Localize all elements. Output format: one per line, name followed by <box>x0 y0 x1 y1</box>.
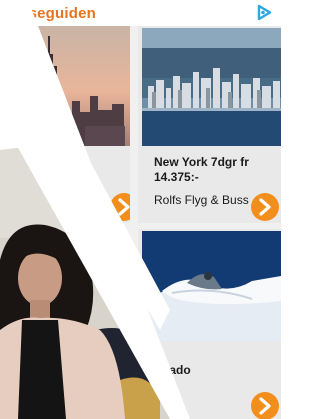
new-york-skyline-image <box>142 28 281 146</box>
ad-card-colorado[interactable]: lorado EL <box>138 229 281 419</box>
travel-ad-banner[interactable]: reseguiden New York 7dgr fr 14.375:- Rol… <box>0 0 281 419</box>
left-card-arrow-button[interactable] <box>110 193 130 221</box>
card-provider: Rolfs Flyg & Buss <box>154 193 249 207</box>
card-title: New York 7dgr fr 14.375:- <box>154 155 249 184</box>
skier-image <box>142 231 281 341</box>
card-arrow-button[interactable] <box>251 392 279 419</box>
card-title: lorado <box>154 363 191 377</box>
ad-card-new-york[interactable]: New York 7dgr fr 14.375:- Rolfs Flyg & B… <box>138 26 281 223</box>
ad-card-empire-state[interactable] <box>0 26 130 223</box>
empire-state-image <box>0 26 130 146</box>
ad-header: reseguiden <box>0 0 281 26</box>
card-provider: EL <box>154 377 169 391</box>
brand-logo-text[interactable]: reseguiden <box>14 5 96 22</box>
chevron-right-icon <box>259 397 271 415</box>
card-arrow-button[interactable] <box>251 193 279 221</box>
chevron-right-icon <box>259 198 271 216</box>
adchoices-icon[interactable] <box>256 4 273 21</box>
